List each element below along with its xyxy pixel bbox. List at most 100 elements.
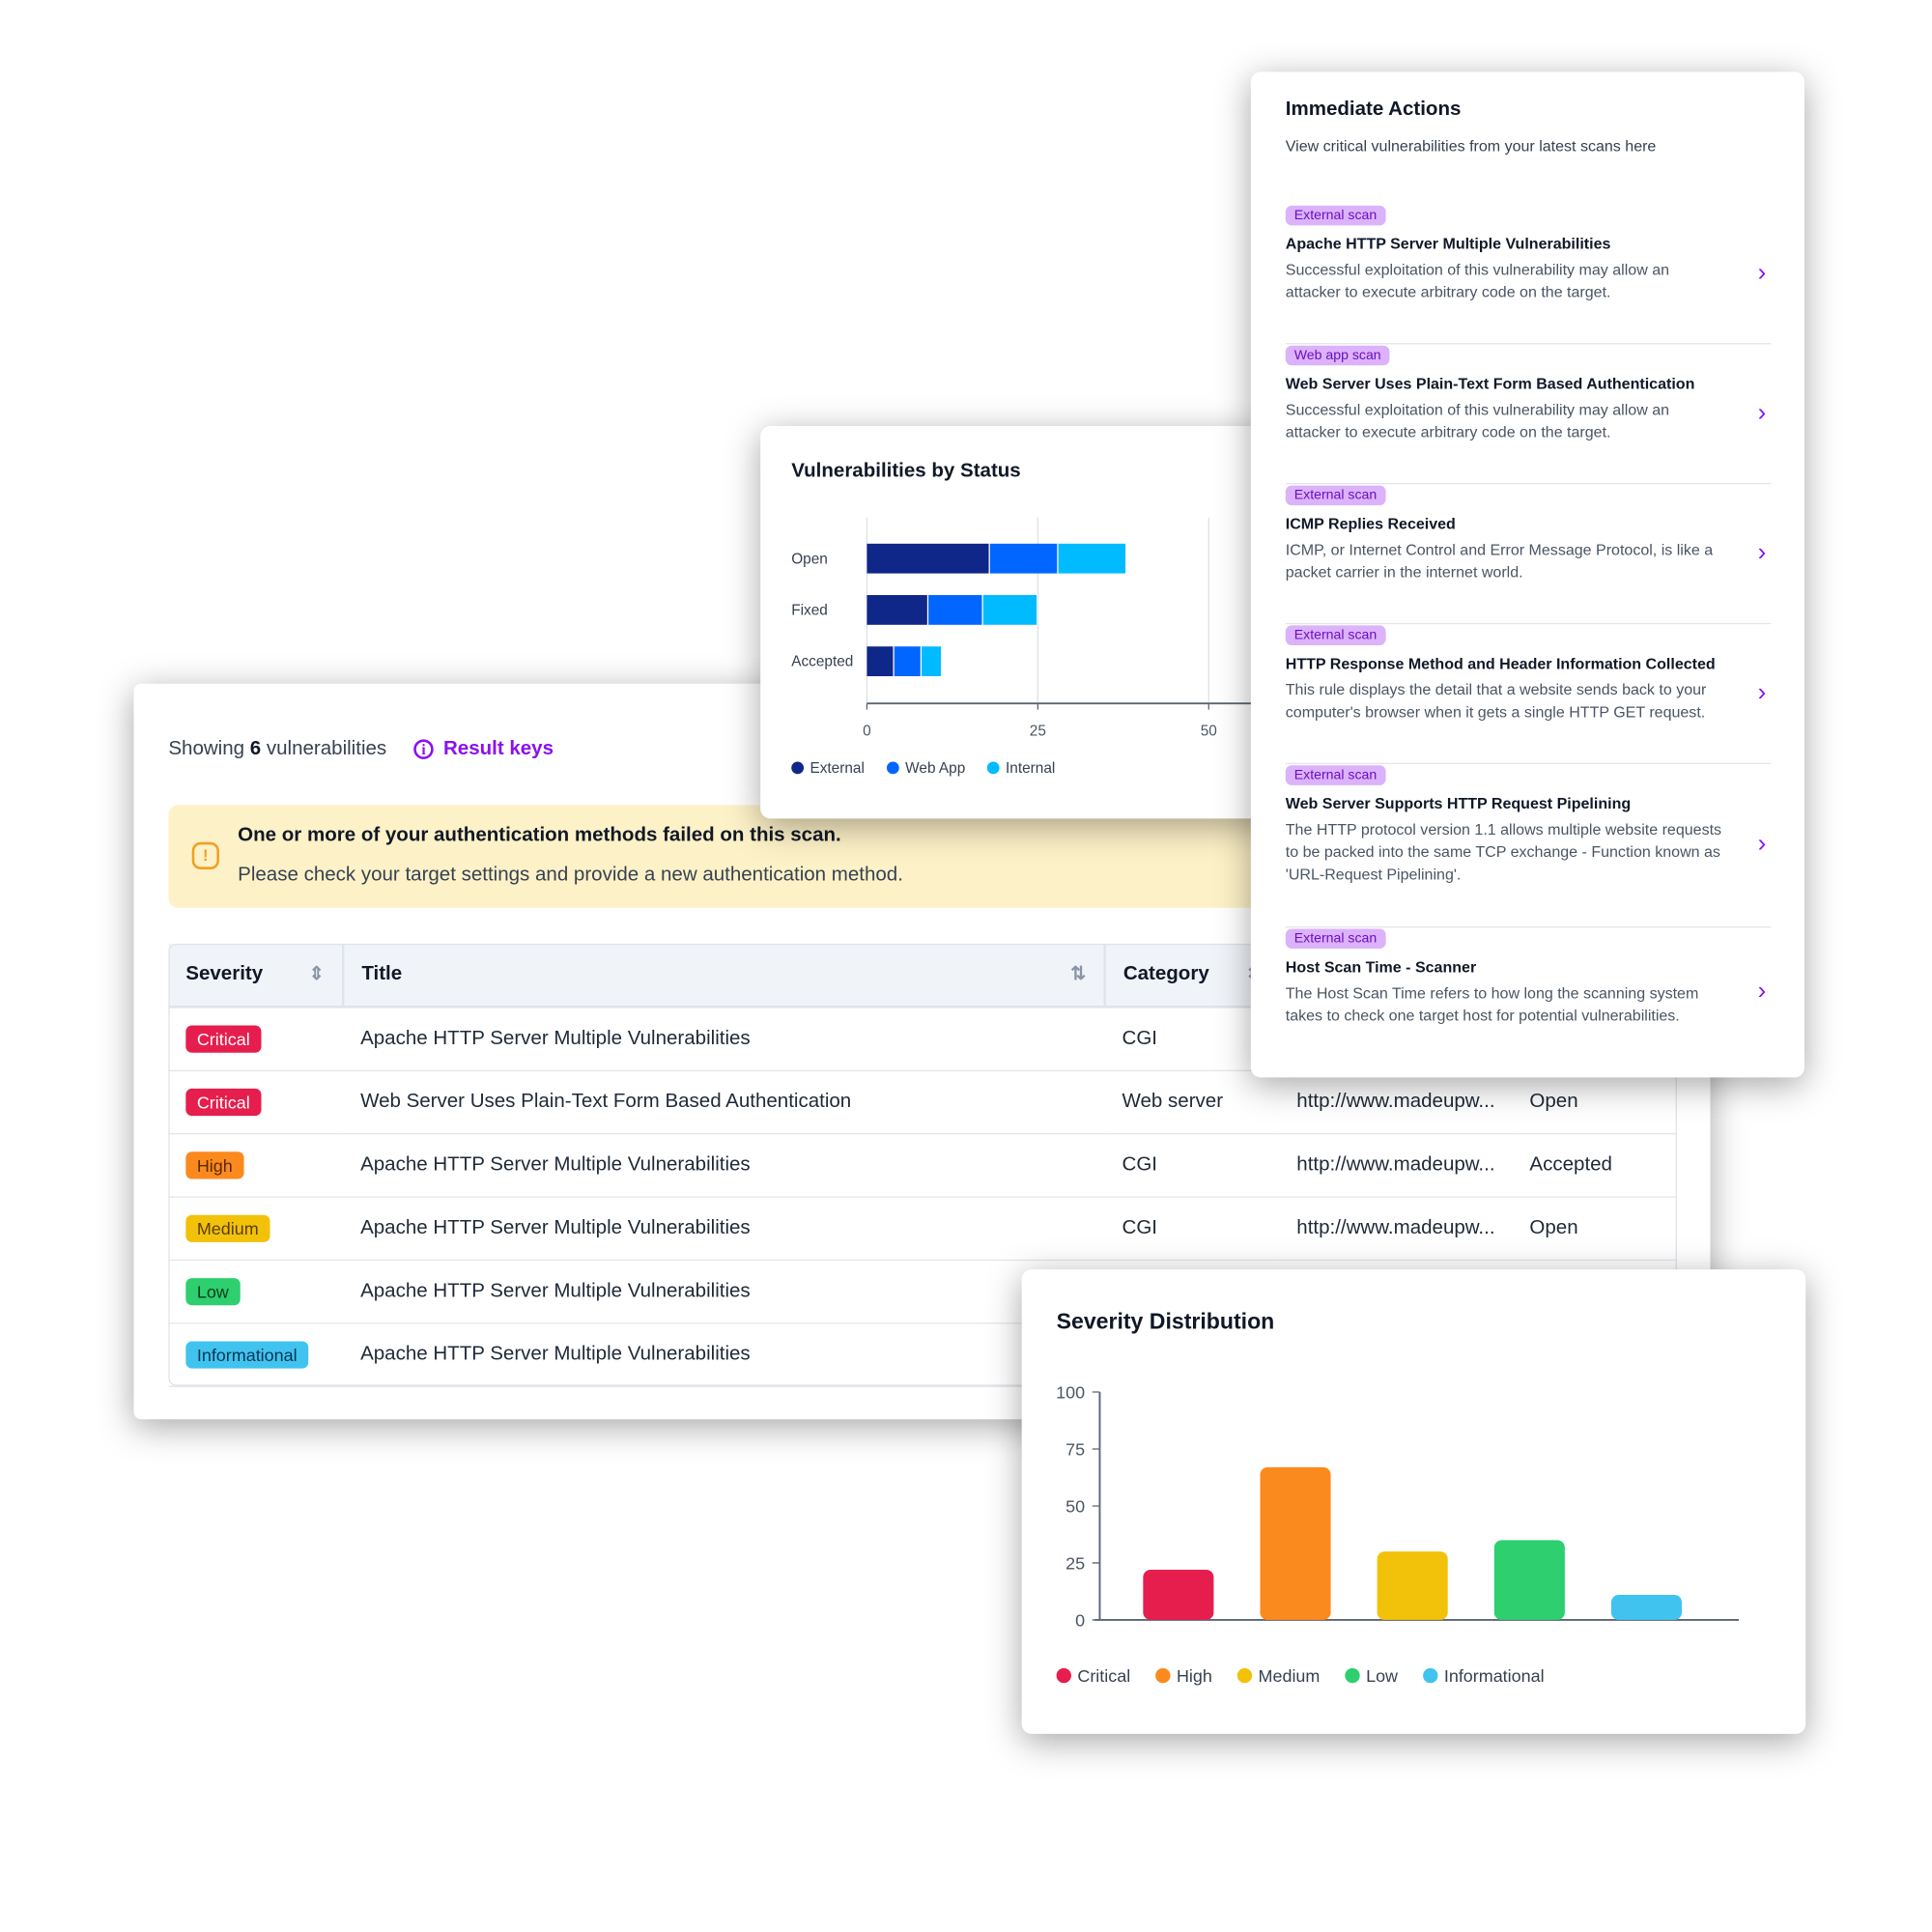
title-cell[interactable]: Apache HTTP Server Multiple Vulnerabilit… (343, 1007, 1105, 1071)
action-description: This rule displays the detail that a web… (1285, 681, 1707, 722)
y-tick-label: 50 (1065, 1496, 1085, 1516)
result-keys-label: Result keys (442, 738, 554, 759)
bar-segment-web-app[interactable] (894, 646, 921, 676)
legend-label: High (1177, 1666, 1212, 1686)
immediate-actions-subtitle: View critical vulnerabilities from your … (1285, 137, 1657, 156)
chevron-right-icon[interactable]: › (1758, 259, 1767, 287)
title-cell[interactable]: Apache HTTP Server Multiple Vulnerabilit… (343, 1197, 1105, 1262)
category-cell: Web server (1104, 1070, 1280, 1135)
y-category-label: Fixed (791, 603, 828, 619)
severity-cell: Medium (168, 1197, 344, 1262)
action-item[interactable]: External scan ICMP Replies Received ICMP… (1285, 483, 1772, 625)
legend-swatch (791, 761, 805, 775)
chevron-right-icon[interactable]: › (1758, 978, 1767, 1006)
severity-badge: Informational (185, 1341, 309, 1369)
scan-type-tag: External scan (1285, 765, 1386, 785)
action-description: Successful exploitation of this vulnerab… (1285, 261, 1670, 301)
immediate-actions-title: Immediate Actions (1285, 99, 1462, 121)
action-description: The HTTP protocol version 1.1 allows mul… (1285, 820, 1722, 884)
legend-swatch (886, 761, 899, 775)
bar-segment-web-app[interactable] (989, 543, 1058, 574)
bar-segment-external[interactable] (867, 543, 989, 574)
column-header-severity[interactable]: Severity ⇕ (168, 943, 345, 1009)
legend-label: Web App (905, 760, 965, 777)
bar-critical[interactable] (1143, 1570, 1214, 1620)
action-item[interactable]: External scan Host Scan Time - Scanner T… (1285, 926, 1772, 1057)
legend-swatch (1423, 1667, 1438, 1684)
scan-type-tag: External scan (1285, 625, 1386, 645)
action-item[interactable]: External scan Apache HTTP Server Multipl… (1285, 203, 1772, 345)
result-keys-link[interactable]: i Result keys (413, 738, 554, 760)
legend-label: External (810, 760, 864, 777)
category-cell: CGI (1104, 1197, 1280, 1262)
sort-icon[interactable]: ⇕ (309, 962, 325, 984)
title-cell[interactable]: Apache HTTP Server Multiple Vulnerabilit… (343, 1133, 1105, 1198)
warning-icon: ! (191, 841, 219, 869)
severity-badge: Low (185, 1278, 241, 1306)
action-item[interactable]: External scan HTTP Response Method and H… (1285, 623, 1772, 765)
bar-segment-internal[interactable] (982, 595, 1037, 625)
scan-type-tag: External scan (1285, 928, 1386, 950)
warning-body: Please check your target settings and pr… (238, 864, 903, 886)
column-header-title[interactable]: Title ⇅ (343, 943, 1106, 1009)
url-cell[interactable]: http://www.madeupw... (1279, 1197, 1513, 1262)
title-cell[interactable]: Web Server Uses Plain-Text Form Based Au… (343, 1070, 1105, 1135)
legend-swatch (1236, 1667, 1253, 1684)
immediate-actions-card: Immediate Actions View critical vulnerab… (1250, 71, 1804, 1078)
table-row[interactable]: Critical Web Server Uses Plain-Text Form… (168, 1070, 1677, 1135)
table-row[interactable]: Medium Apache HTTP Server Multiple Vulne… (168, 1197, 1677, 1262)
y-tick-label: 75 (1065, 1439, 1085, 1459)
severity-distribution-card: Severity Distribution 0 25 50 75 100 Critical… (1021, 1269, 1806, 1734)
status-cell: Open (1512, 1070, 1677, 1135)
bar-high[interactable] (1260, 1466, 1331, 1620)
legend-label: Medium (1259, 1666, 1321, 1686)
title-cell[interactable]: Apache HTTP Server Multiple Vulnerabilit… (343, 1322, 1105, 1387)
scan-type-tag: Web app scan (1285, 345, 1390, 366)
legend-swatch (1056, 1667, 1071, 1684)
chevron-right-icon[interactable]: › (1758, 679, 1767, 707)
scan-type-tag: External scan (1285, 205, 1386, 226)
title-cell[interactable]: Apache HTTP Server Multiple Vulnerabilit… (343, 1260, 1105, 1324)
warning-title: One or more of your authentication metho… (238, 824, 841, 846)
x-tick-label: 25 (1030, 724, 1046, 740)
bar-segment-web-app[interactable] (928, 595, 982, 625)
bar-medium[interactable] (1377, 1551, 1448, 1620)
bar-segment-internal[interactable] (1058, 543, 1126, 574)
url-cell[interactable]: http://www.madeupw... (1279, 1133, 1513, 1198)
category-cell: CGI (1104, 1133, 1280, 1198)
chevron-right-icon[interactable]: › (1758, 831, 1767, 859)
chevron-right-icon[interactable]: › (1758, 539, 1767, 567)
status-cell: Accepted (1512, 1133, 1677, 1198)
severity-badge: Critical (185, 1088, 262, 1117)
bar-segment-external[interactable] (867, 595, 927, 625)
sort-arrows-icon[interactable]: ⇅ (1070, 962, 1086, 984)
severity-badge: Critical (185, 1025, 262, 1053)
severity-cell: Informational (168, 1322, 344, 1387)
table-row[interactable]: High Apache HTTP Server Multiple Vulnera… (168, 1133, 1677, 1198)
severity-cell: High (168, 1133, 344, 1198)
action-title: Host Scan Time - Scanner (1285, 958, 1477, 977)
action-title: Web Server Uses Plain-Text Form Based Au… (1285, 375, 1695, 393)
y-tick-label: 0 (1075, 1610, 1085, 1630)
action-item[interactable]: External scan Web Server Supports HTTP R… (1285, 763, 1772, 928)
legend-label: Informational (1444, 1666, 1545, 1686)
legend-swatch (986, 761, 1000, 775)
y-category-label: Open (791, 551, 828, 567)
bar-low[interactable] (1493, 1540, 1565, 1620)
action-item[interactable]: Web app scan Web Server Uses Plain-Text … (1285, 343, 1772, 485)
bar-informational[interactable] (1610, 1594, 1683, 1620)
severity-cell: Critical (168, 1070, 344, 1135)
severity-chart: 0 25 50 75 100 Critical High Medium Low Informati… (1056, 1382, 1739, 1686)
scan-type-tag: External scan (1285, 485, 1386, 506)
legend-label: Low (1366, 1666, 1398, 1686)
legend-swatch (1345, 1667, 1360, 1684)
status-chart: 0 25 50 Open Fixed Accepted External Web App Int… (791, 517, 1281, 777)
x-tick-label: 50 (1201, 724, 1217, 740)
bar-segment-external[interactable] (867, 646, 894, 676)
url-cell[interactable]: http://www.madeupw... (1279, 1070, 1513, 1135)
chevron-right-icon[interactable]: › (1758, 399, 1767, 427)
bar-segment-internal[interactable] (922, 646, 941, 676)
severity-badge: High (185, 1151, 244, 1179)
action-description: ICMP, or Internet Control and Error Mess… (1285, 541, 1714, 582)
legend-label: Internal (1006, 760, 1055, 777)
